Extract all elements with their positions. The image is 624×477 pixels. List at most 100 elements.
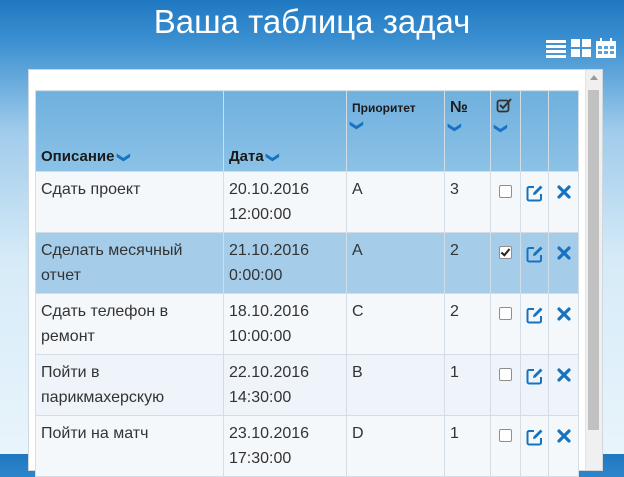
- cell-delete: [548, 354, 579, 416]
- delete-icon[interactable]: [556, 184, 572, 200]
- task-date: 23.10.2016: [229, 425, 310, 442]
- task-description: Пойти на матч: [41, 425, 149, 442]
- scroll-up-arrow-icon[interactable]: [590, 75, 598, 80]
- done-checkbox[interactable]: [499, 368, 512, 381]
- task-date: 21.10.2016: [229, 242, 310, 259]
- edit-icon[interactable]: [526, 306, 544, 324]
- cell-number: 3: [444, 171, 491, 233]
- table-row[interactable]: Сделать месячный отчет 21.10.2016 0:00:00 A…: [35, 232, 579, 294]
- delete-icon[interactable]: [556, 245, 572, 261]
- task-date: 22.10.2016: [229, 364, 310, 381]
- task-number: 2: [450, 242, 459, 259]
- col-header-label: Описание: [41, 148, 115, 165]
- scrollbar-thumb[interactable]: [588, 90, 599, 430]
- cell-edit: [520, 232, 549, 294]
- delete-icon[interactable]: [556, 428, 572, 444]
- view-toggle: [546, 38, 616, 58]
- cell-done: [490, 293, 521, 355]
- cell-date: 20.10.2016 12:00:00: [223, 171, 347, 233]
- cell-done: [490, 354, 521, 416]
- cell-done: [490, 415, 521, 477]
- cell-description: Сделать месячный отчет: [35, 232, 224, 294]
- table-row[interactable]: Пойти в парикмахерскую 22.10.2016 14:30:00…: [35, 354, 579, 416]
- cell-description: Сдать телефон в ремонт: [35, 293, 224, 355]
- cell-delete: [548, 293, 579, 355]
- task-number: 1: [450, 425, 459, 442]
- col-header-label: №: [450, 99, 468, 116]
- edit-icon[interactable]: [526, 184, 544, 202]
- col-header-description[interactable]: Описание ❯: [35, 90, 224, 172]
- task-description: Пойти в парикмахерскую: [41, 364, 165, 406]
- task-table: Описание ❯ Дата ❯ Приоритет ❯ № ❯ ❯ Сдат…: [35, 90, 579, 477]
- done-checkbox[interactable]: [499, 246, 512, 259]
- col-header-done[interactable]: ❯: [490, 90, 521, 172]
- cell-number: 1: [444, 354, 491, 416]
- task-priority: D: [352, 425, 364, 442]
- table-row[interactable]: Пойти на матч 23.10.2016 17:30:00 D 1: [35, 415, 579, 477]
- task-description: Сдать проект: [41, 181, 141, 198]
- sort-chevron-icon[interactable]: ❯: [116, 152, 132, 163]
- done-checkbox[interactable]: [499, 185, 512, 198]
- vertical-scrollbar[interactable]: [585, 70, 602, 470]
- calendar-view-icon[interactable]: [596, 38, 616, 58]
- task-priority: A: [352, 181, 363, 198]
- col-header-date[interactable]: Дата ❯: [223, 90, 347, 172]
- delete-icon[interactable]: [556, 306, 572, 322]
- cell-done: [490, 232, 521, 294]
- page-title: Ваша таблица задач: [153, 3, 471, 40]
- cell-date: 21.10.2016 0:00:00: [223, 232, 347, 294]
- sort-chevron-icon[interactable]: ❯: [349, 120, 365, 131]
- cell-delete: [548, 232, 579, 294]
- col-header-number[interactable]: № ❯: [444, 90, 491, 172]
- task-table-panel: Описание ❯ Дата ❯ Приоритет ❯ № ❯ ❯ Сдат…: [28, 69, 603, 477]
- sort-chevron-icon[interactable]: ❯: [447, 122, 463, 133]
- col-header-label: Дата: [229, 148, 264, 165]
- checked-box-icon: [496, 98, 512, 113]
- cell-priority: C: [346, 293, 445, 355]
- task-date: 20.10.2016: [229, 181, 310, 198]
- cell-delete: [548, 171, 579, 233]
- cell-edit: [520, 171, 549, 233]
- cell-date: 18.10.2016 10:00:00: [223, 293, 347, 355]
- cell-priority: A: [346, 232, 445, 294]
- task-time: 14:30:00: [229, 389, 292, 406]
- cell-description: Пойти в парикмахерскую: [35, 354, 224, 416]
- col-header-label: Приоритет: [352, 101, 416, 115]
- col-header-edit: [520, 90, 549, 172]
- col-header-delete: [548, 90, 579, 172]
- task-description: Сделать месячный отчет: [41, 242, 183, 284]
- table-header-row: Описание ❯ Дата ❯ Приоритет ❯ № ❯ ❯: [35, 90, 579, 172]
- delete-icon[interactable]: [556, 367, 572, 383]
- task-priority: C: [352, 303, 364, 320]
- task-number: 1: [450, 364, 459, 381]
- cell-date: 22.10.2016 14:30:00: [223, 354, 347, 416]
- task-time: 0:00:00: [229, 267, 283, 284]
- list-view-icon[interactable]: [546, 38, 566, 58]
- cell-priority: B: [346, 354, 445, 416]
- sort-chevron-icon[interactable]: ❯: [493, 123, 509, 134]
- cell-number: 2: [444, 232, 491, 294]
- task-date: 18.10.2016: [229, 303, 310, 320]
- edit-icon[interactable]: [526, 245, 544, 263]
- cell-number: 1: [444, 415, 491, 477]
- table-row[interactable]: Сдать проект 20.10.2016 12:00:00 A 3: [35, 171, 579, 233]
- task-time: 10:00:00: [229, 328, 292, 345]
- table-row[interactable]: Сдать телефон в ремонт 18.10.2016 10:00:00…: [35, 293, 579, 355]
- sort-chevron-icon[interactable]: ❯: [265, 152, 281, 163]
- cell-delete: [548, 415, 579, 477]
- task-number: 2: [450, 303, 459, 320]
- done-checkbox[interactable]: [499, 307, 512, 320]
- col-header-priority[interactable]: Приоритет ❯: [346, 90, 445, 172]
- cell-edit: [520, 293, 549, 355]
- cell-done: [490, 171, 521, 233]
- done-checkbox[interactable]: [499, 429, 512, 442]
- task-time: 12:00:00: [229, 206, 292, 223]
- task-priority: A: [352, 242, 363, 259]
- grid-view-icon[interactable]: [571, 38, 591, 58]
- task-priority: B: [352, 364, 363, 381]
- edit-icon[interactable]: [526, 428, 544, 446]
- cell-date: 23.10.2016 17:30:00: [223, 415, 347, 477]
- edit-icon[interactable]: [526, 367, 544, 385]
- task-description: Сдать телефон в ремонт: [41, 303, 169, 345]
- cell-priority: D: [346, 415, 445, 477]
